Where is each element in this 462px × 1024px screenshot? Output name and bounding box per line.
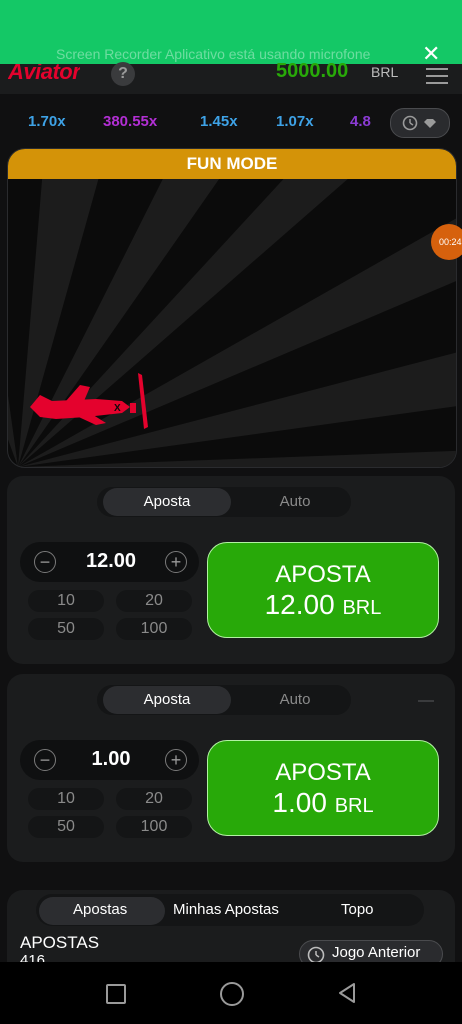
multiplier-item: 4.8	[350, 113, 371, 130]
minus-icon[interactable]: −	[34, 749, 56, 771]
recent-apps-icon[interactable]	[106, 984, 126, 1004]
fun-mode-banner: FUN MODE	[8, 149, 456, 179]
bet-button-amount: 1.00 BRL	[272, 787, 374, 818]
round-timer: 00:24	[431, 224, 462, 260]
bet-button-amount: 12.00 BRL	[264, 589, 382, 620]
quick-amount-20[interactable]: 20	[116, 590, 192, 612]
tab-minhas-apostas[interactable]: Minhas Apostas	[173, 894, 279, 926]
back-icon[interactable]	[336, 982, 358, 1004]
tab-bet-label[interactable]: Aposta	[103, 487, 231, 517]
bet-button-title: APOSTA	[275, 561, 371, 588]
multiplier-item: 1.70x	[28, 113, 66, 130]
quick-amount-100[interactable]: 100	[116, 618, 192, 640]
tab-topo[interactable]: Topo	[341, 894, 374, 926]
quick-amount-50[interactable]: 50	[28, 816, 104, 838]
bet-amount-value[interactable]: 12.00	[61, 550, 161, 573]
multiplier-item: 380.55x	[103, 113, 158, 130]
bet-button-title: APOSTA	[275, 759, 371, 786]
aviator-logo: Aviator	[8, 64, 81, 82]
tab-bet-label[interactable]: Aposta	[103, 685, 231, 715]
minus-icon[interactable]: −	[34, 551, 56, 573]
quick-amount-50[interactable]: 50	[28, 618, 104, 640]
svg-text:X: X	[114, 403, 121, 414]
quick-amount-10[interactable]: 10	[28, 590, 104, 612]
multiplier-item: 1.07x	[276, 113, 314, 130]
balance-currency: BRL	[371, 64, 399, 80]
tab-auto-label[interactable]: Auto	[231, 685, 359, 715]
place-bet-button-1[interactable]: APOSTA 12.00 BRL	[207, 542, 439, 638]
previous-round-label[interactable]: Jogo Anterior	[332, 944, 420, 961]
tab-auto-label[interactable]: Auto	[231, 487, 359, 517]
hamburger-menu-icon[interactable]	[426, 68, 448, 89]
bet-amount-value[interactable]: 1.00	[61, 748, 161, 771]
history-toggle-button[interactable]	[390, 108, 450, 138]
bets-heading: APOSTAS	[20, 933, 100, 952]
multiplier-item: 1.45x	[200, 113, 238, 130]
balance-amount: 5000.00	[276, 60, 349, 82]
bets-count: 416	[20, 952, 46, 962]
plus-icon[interactable]: +	[165, 749, 187, 771]
airplane-icon: X	[30, 373, 148, 429]
home-icon[interactable]	[220, 982, 244, 1006]
quick-amount-20[interactable]: 20	[116, 788, 192, 810]
quick-amount-10[interactable]: 10	[28, 788, 104, 810]
plus-icon[interactable]: +	[165, 551, 187, 573]
remove-panel-icon[interactable]	[418, 700, 434, 702]
help-button[interactable]: ?	[111, 62, 135, 86]
game-canvas: FUN MODE X	[7, 148, 457, 468]
place-bet-button-2[interactable]: APOSTA 1.00 BRL	[207, 740, 439, 836]
quick-amount-100[interactable]: 100	[116, 816, 192, 838]
tab-apostas[interactable]: Apostas	[73, 894, 127, 926]
history-icon	[402, 115, 436, 131]
